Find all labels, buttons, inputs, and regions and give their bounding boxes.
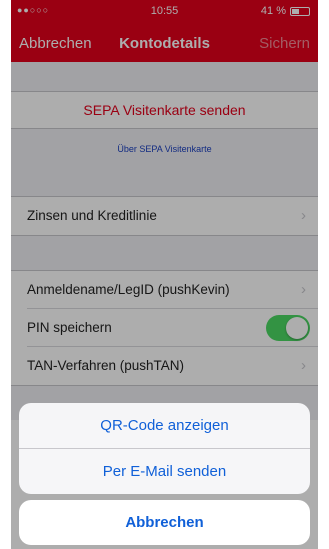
phone-screen: ●●○○○ 10:55 41 % Abbrechen Kontodetails …	[11, 0, 318, 549]
show-qr-code-button[interactable]: QR-Code anzeigen	[19, 403, 310, 448]
send-email-button[interactable]: Per E-Mail senden	[19, 449, 310, 494]
sheet-cancel-button[interactable]: Abbrechen	[19, 500, 310, 545]
action-sheet: QR-Code anzeigen Per E-Mail senden	[19, 403, 310, 494]
